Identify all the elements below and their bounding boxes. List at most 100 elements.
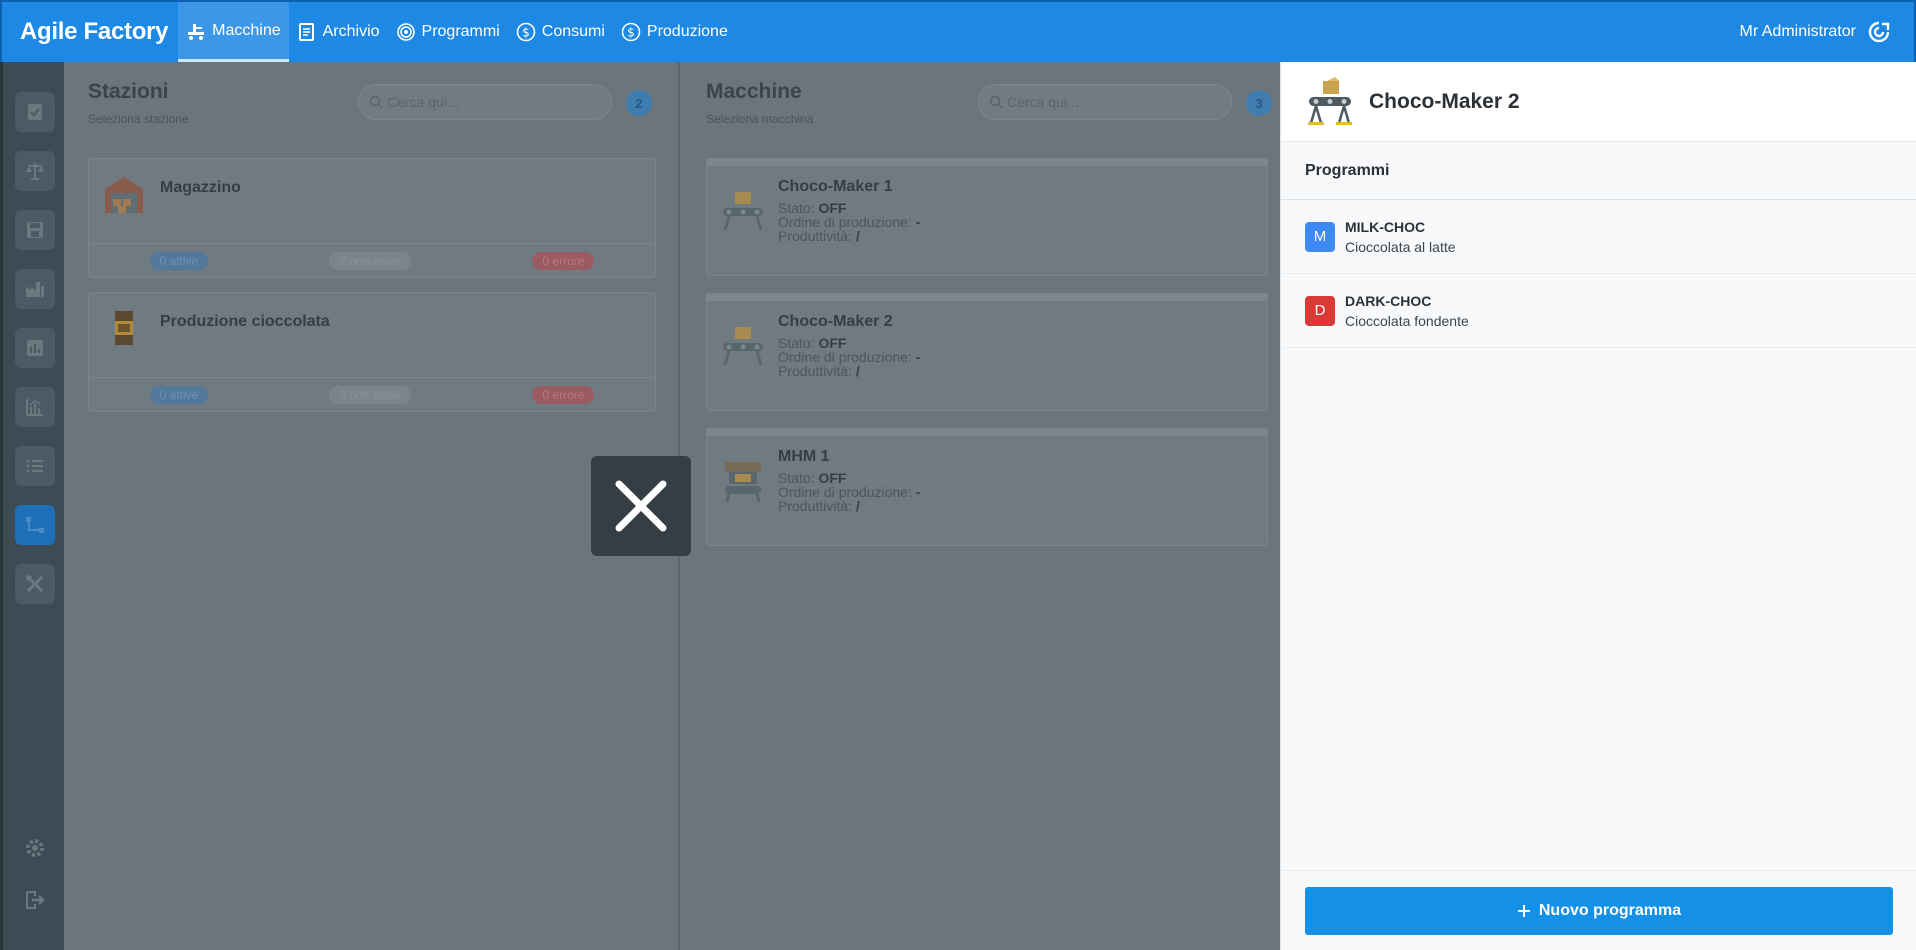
chocolate-bar-icon xyxy=(115,311,133,345)
main-nav: Macchine Archivio Programmi $ Consumi $ … xyxy=(178,2,736,62)
inactive-badge: 3 non attive xyxy=(329,385,412,404)
tools-icon xyxy=(26,575,44,593)
checklist-icon xyxy=(28,104,42,120)
stations-subtitle: Seleziona stazione xyxy=(88,112,189,126)
program-description: Cioccolata al latte xyxy=(1345,238,1456,255)
svg-text:$: $ xyxy=(627,26,635,40)
inactive-badge: 2 non attive xyxy=(329,251,412,270)
productivity-value: / xyxy=(855,498,860,514)
sidebar-save[interactable] xyxy=(15,210,55,250)
error-badge: 0 errore xyxy=(532,251,595,270)
machines-count-badge: 3 xyxy=(1246,90,1272,116)
logout-icon xyxy=(26,891,45,909)
sidebar-settings[interactable] xyxy=(21,834,49,862)
order-value: - xyxy=(915,214,921,230)
gear-icon xyxy=(26,839,44,857)
stats-icon xyxy=(26,399,43,416)
programs-section-label: Programmi xyxy=(1281,142,1916,200)
new-program-button[interactable]: Nuovo programma xyxy=(1305,887,1893,935)
sidebar-bar-chart[interactable] xyxy=(15,328,55,368)
nav-programmi[interactable]: Programmi xyxy=(388,2,508,62)
sidebar-balance[interactable] xyxy=(15,151,55,191)
nav-consumi[interactable]: $ Consumi xyxy=(508,2,613,62)
dollar-icon: $ xyxy=(516,22,536,42)
programs-icon xyxy=(396,23,415,41)
brand-logo[interactable]: Agile Factory xyxy=(2,18,178,46)
station-name: Produzione cioccolata xyxy=(160,313,330,330)
nav-produzione[interactable]: $ Produzione xyxy=(613,2,736,62)
conveyor-machine-icon xyxy=(723,192,763,231)
station-card-produzione-cioccolata[interactable]: Produzione cioccolata 0 attive 3 non att… xyxy=(88,292,656,412)
sidebar-tasks[interactable] xyxy=(15,92,55,132)
search-placeholder: Cerca qui... xyxy=(387,94,459,110)
company-logo-icon[interactable] xyxy=(1868,21,1890,43)
close-icon xyxy=(615,480,667,532)
machine-name: MHM 1 xyxy=(778,448,830,465)
active-badge: 0 attive xyxy=(149,385,209,404)
machine-name: Choco-Maker 1 xyxy=(778,178,893,195)
machine-icon xyxy=(188,23,205,40)
machine-productivity: Produttività: / xyxy=(778,228,860,244)
save-icon xyxy=(27,222,43,238)
nav-archivio[interactable]: Archivio xyxy=(289,2,388,62)
machine-productivity: Produttività: / xyxy=(778,363,860,379)
nav-macchine[interactable]: Macchine xyxy=(178,2,289,62)
order-value: - xyxy=(915,349,921,365)
user-name[interactable]: Mr Administrator xyxy=(1740,23,1856,41)
machines-subtitle: Seleziona macchina xyxy=(706,112,814,126)
conveyor-machine-icon xyxy=(1308,76,1352,125)
machine-productivity: Produttività: / xyxy=(778,498,860,514)
drawer-title: Choco-Maker 2 xyxy=(1369,89,1520,113)
sidebar-factory[interactable] xyxy=(15,269,55,309)
top-navbar: Agile Factory Macchine Archivio Programm… xyxy=(0,0,1916,62)
new-program-label: Nuovo programma xyxy=(1538,902,1682,919)
machine-card-mhm-1[interactable]: MHM 1 Stato: OFF Ordine di produzione: -… xyxy=(706,428,1268,546)
sidebar-tools[interactable] xyxy=(15,564,55,604)
dollar-icon: $ xyxy=(621,22,641,42)
nav-label: Produzione xyxy=(646,23,728,40)
sidebar-flow[interactable] xyxy=(15,505,55,545)
bar-chart-icon xyxy=(27,340,43,356)
nav-label: Macchine xyxy=(212,21,281,39)
press-machine-icon xyxy=(725,462,761,503)
program-code: DARK-CHOC xyxy=(1345,292,1432,309)
program-badge: D xyxy=(1305,295,1335,326)
active-badge: 0 attive xyxy=(149,251,209,270)
machine-card-choco-maker-2[interactable]: Choco-Maker 2 Stato: OFF Ordine di produ… xyxy=(706,293,1268,411)
stations-panel: Stazioni Seleziona stazione Cerca qui...… xyxy=(64,62,680,950)
archive-icon xyxy=(298,23,314,41)
sidebar-list[interactable] xyxy=(15,446,55,486)
machine-detail-drawer: Choco-Maker 2 Programmi M MILK-CHOC Cioc… xyxy=(1280,62,1916,950)
program-item-milk-choc[interactable]: M MILK-CHOC Cioccolata al latte xyxy=(1281,200,1916,274)
nav-label: Archivio xyxy=(322,23,380,40)
station-stats: 0 attive 3 non attive 0 errore xyxy=(89,377,655,411)
search-placeholder: Cerca qui... xyxy=(1007,94,1079,110)
error-badge: 0 errore xyxy=(532,385,595,404)
machine-name: Choco-Maker 2 xyxy=(778,313,893,330)
conveyor-machine-icon xyxy=(723,327,763,366)
sidebar-logout[interactable] xyxy=(21,886,49,914)
program-badge: M xyxy=(1305,221,1335,252)
drawer-footer: Nuovo programma xyxy=(1281,870,1916,950)
program-item-dark-choc[interactable]: D DARK-CHOC Cioccolata fondente xyxy=(1281,274,1916,348)
productivity-label: Produttività: xyxy=(778,363,852,379)
machine-card-choco-maker-1[interactable]: Choco-Maker 1 Stato: OFF Ordine di produ… xyxy=(706,158,1268,276)
productivity-label: Produttività: xyxy=(778,498,852,514)
warehouse-icon xyxy=(105,177,143,213)
scale-icon xyxy=(26,163,44,180)
factory-icon xyxy=(26,282,44,297)
station-card-magazzino[interactable]: Magazzino 0 attive 2 non attive 0 errore xyxy=(88,158,656,278)
list-icon xyxy=(26,459,43,473)
sidebar xyxy=(0,62,64,950)
machines-search-input[interactable]: Cerca qui... xyxy=(978,84,1232,120)
stations-search-input[interactable]: Cerca qui... xyxy=(358,84,612,120)
productivity-value: / xyxy=(855,363,860,379)
productivity-value: / xyxy=(855,228,860,244)
program-description: Cioccolata fondente xyxy=(1345,312,1469,329)
nav-label: Programmi xyxy=(421,23,500,40)
station-stats: 0 attive 2 non attive 0 errore xyxy=(89,243,655,277)
close-drawer-button[interactable] xyxy=(591,456,691,556)
sidebar-stats[interactable] xyxy=(15,387,55,427)
program-code: MILK-CHOC xyxy=(1345,218,1426,235)
station-name: Magazzino xyxy=(160,179,241,196)
